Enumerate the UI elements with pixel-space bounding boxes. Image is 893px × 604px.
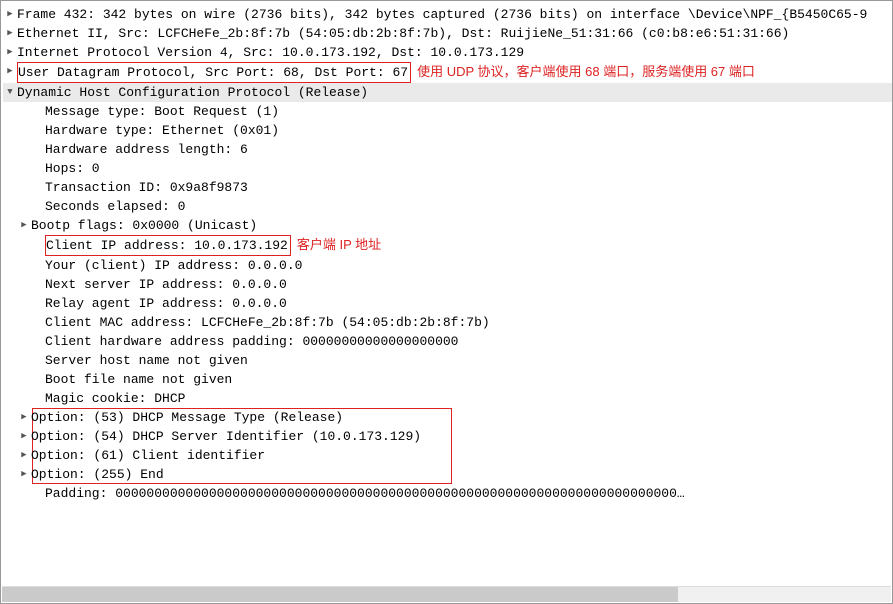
secs-text: Seconds elapsed: 0 <box>45 197 185 216</box>
pad-row[interactable]: Padding: 0000000000000000000000000000000… <box>3 484 892 503</box>
frame-row[interactable]: Frame 432: 342 bytes on wire (2736 bits)… <box>3 5 892 24</box>
expand-icon[interactable] <box>17 465 31 484</box>
siaddr-row[interactable]: Next server IP address: 0.0.0.0 <box>3 275 892 294</box>
expand-icon[interactable] <box>3 5 17 24</box>
ciaddr-row[interactable]: Client IP address: 10.0.173.192 客户端 IP 地… <box>3 235 892 256</box>
hw-len-row[interactable]: Hardware address length: 6 <box>3 140 892 159</box>
expand-icon[interactable] <box>3 24 17 43</box>
opt53-text: Option: (53) DHCP Message Type (Release) <box>31 408 343 427</box>
ethernet-text: Ethernet II, Src: LCFCHeFe_2b:8f:7b (54:… <box>17 24 789 43</box>
ethernet-row[interactable]: Ethernet II, Src: LCFCHeFe_2b:8f:7b (54:… <box>3 24 892 43</box>
packet-details-tree[interactable]: Frame 432: 342 bytes on wire (2736 bits)… <box>1 1 892 503</box>
padding-row[interactable]: Client hardware address padding: 0000000… <box>3 332 892 351</box>
udp-annotation: 使用 UDP 协议，客户端使用 68 端口，服务端使用 67 端口 <box>417 62 755 81</box>
file-text: Boot file name not given <box>45 370 232 389</box>
padding-text: Client hardware address padding: 0000000… <box>45 332 458 351</box>
hw-type-text: Hardware type: Ethernet (0x01) <box>45 121 279 140</box>
opt61-text: Option: (61) Client identifier <box>31 446 265 465</box>
expand-icon[interactable] <box>17 408 31 427</box>
scrollbar-thumb[interactable] <box>2 587 678 602</box>
txid-text: Transaction ID: 0x9a8f9873 <box>45 178 248 197</box>
flags-row[interactable]: Bootp flags: 0x0000 (Unicast) <box>3 216 892 235</box>
yiaddr-text: Your (client) IP address: 0.0.0.0 <box>45 256 302 275</box>
chaddr-row[interactable]: Client MAC address: LCFCHeFe_2b:8f:7b (5… <box>3 313 892 332</box>
opt53-row[interactable]: Option: (53) DHCP Message Type (Release) <box>3 408 892 427</box>
collapse-icon[interactable] <box>3 83 17 102</box>
opt61-row[interactable]: Option: (61) Client identifier <box>3 446 892 465</box>
opt54-text: Option: (54) DHCP Server Identifier (10.… <box>31 427 421 446</box>
flags-text: Bootp flags: 0x0000 (Unicast) <box>31 216 257 235</box>
ciaddr-text: Client IP address: 10.0.173.192 <box>45 235 291 256</box>
expand-icon[interactable] <box>17 216 31 235</box>
frame-text: Frame 432: 342 bytes on wire (2736 bits)… <box>17 5 867 24</box>
horizontal-scrollbar[interactable] <box>2 586 891 602</box>
hops-row[interactable]: Hops: 0 <box>3 159 892 178</box>
siaddr-text: Next server IP address: 0.0.0.0 <box>45 275 287 294</box>
cookie-row[interactable]: Magic cookie: DHCP <box>3 389 892 408</box>
udp-row[interactable]: User Datagram Protocol, Src Port: 68, Ds… <box>3 62 892 83</box>
dhcp-text: Dynamic Host Configuration Protocol (Rel… <box>17 83 368 102</box>
file-row[interactable]: Boot file name not given <box>3 370 892 389</box>
udp-text: User Datagram Protocol, Src Port: 68, Ds… <box>17 62 411 83</box>
msg-type-text: Message type: Boot Request (1) <box>45 102 279 121</box>
dhcp-row[interactable]: Dynamic Host Configuration Protocol (Rel… <box>3 83 892 102</box>
expand-icon[interactable] <box>17 446 31 465</box>
sname-row[interactable]: Server host name not given <box>3 351 892 370</box>
giaddr-row[interactable]: Relay agent IP address: 0.0.0.0 <box>3 294 892 313</box>
opt255-text: Option: (255) End <box>31 465 164 484</box>
giaddr-text: Relay agent IP address: 0.0.0.0 <box>45 294 287 313</box>
pad-text: Padding: 0000000000000000000000000000000… <box>45 484 685 503</box>
msg-type-row[interactable]: Message type: Boot Request (1) <box>3 102 892 121</box>
chaddr-text: Client MAC address: LCFCHeFe_2b:8f:7b (5… <box>45 313 490 332</box>
expand-icon[interactable] <box>3 43 17 62</box>
cookie-text: Magic cookie: DHCP <box>45 389 185 408</box>
opt54-row[interactable]: Option: (54) DHCP Server Identifier (10.… <box>3 427 892 446</box>
ip-text: Internet Protocol Version 4, Src: 10.0.1… <box>17 43 524 62</box>
ip-row[interactable]: Internet Protocol Version 4, Src: 10.0.1… <box>3 43 892 62</box>
hw-len-text: Hardware address length: 6 <box>45 140 248 159</box>
hops-text: Hops: 0 <box>45 159 100 178</box>
ciaddr-annotation: 客户端 IP 地址 <box>297 235 381 254</box>
opt255-row[interactable]: Option: (255) End <box>3 465 892 484</box>
sname-text: Server host name not given <box>45 351 248 370</box>
yiaddr-row[interactable]: Your (client) IP address: 0.0.0.0 <box>3 256 892 275</box>
hw-type-row[interactable]: Hardware type: Ethernet (0x01) <box>3 121 892 140</box>
expand-icon[interactable] <box>17 427 31 446</box>
expand-icon[interactable] <box>3 62 17 81</box>
txid-row[interactable]: Transaction ID: 0x9a8f9873 <box>3 178 892 197</box>
secs-row[interactable]: Seconds elapsed: 0 <box>3 197 892 216</box>
